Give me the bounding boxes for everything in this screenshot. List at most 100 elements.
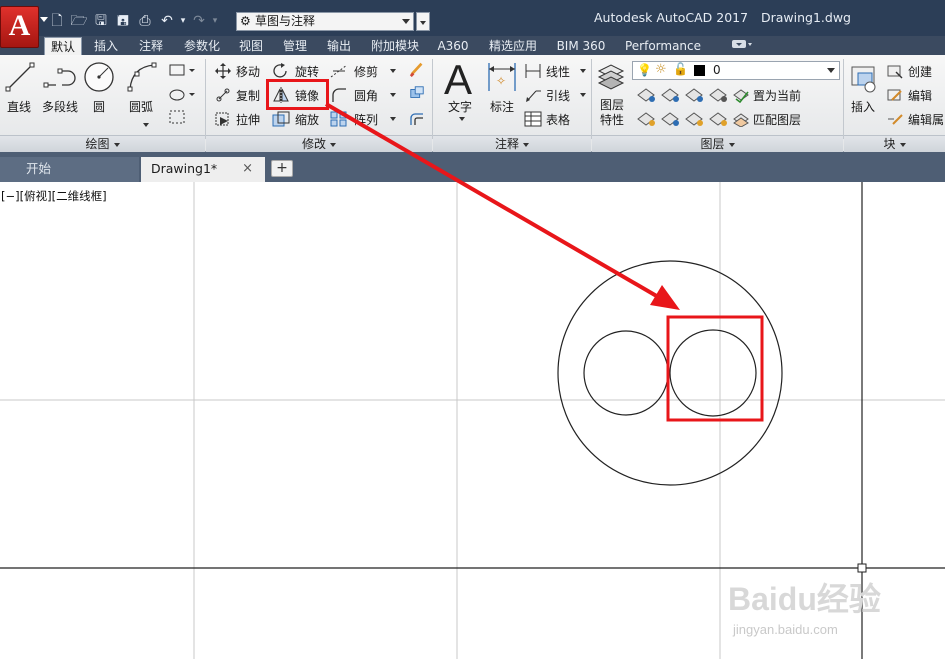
chevron-down-icon[interactable] [390,69,396,73]
layers-panel-title[interactable]: 图层 [592,135,843,152]
tab-parametric[interactable]: 参数化 [179,37,225,55]
modify-panel-title[interactable]: 修改 [206,135,432,152]
dropdown-icon[interactable]: ▾ [210,12,220,30]
chevron-down-icon[interactable] [390,117,396,121]
tab-bim360[interactable]: BIM 360 [551,37,611,55]
table-button[interactable]: 表格 [546,111,570,128]
current-layer-name: 0 [713,63,721,77]
draw-small-tools [169,64,195,124]
chevron-down-icon[interactable] [390,93,396,97]
workspace-select[interactable]: ⚙ 草图与注释 [236,12,414,31]
tab-manage[interactable]: 管理 [277,37,313,55]
edit-attributes-icon [888,114,903,125]
tab-view[interactable]: 视图 [233,37,269,55]
document-title: Drawing1.dwg [761,10,851,25]
match-layer-button[interactable]: 匹配图层 [753,111,801,128]
text-label: 文字 [447,100,472,114]
new-file-icon[interactable]: 🗋 [46,12,68,30]
offset-icon[interactable] [408,111,426,127]
viewport-controls[interactable]: [−][俯视][二维线框] [1,188,107,204]
redo-icon[interactable]: ↷ [188,12,210,30]
edit-block-button[interactable]: 编辑 [908,87,932,104]
tab-output[interactable]: 输出 [321,37,357,55]
rotate-button[interactable]: 旋转 [295,63,319,80]
erase-icon[interactable] [408,61,426,77]
leader-button[interactable]: 引线 [546,87,570,104]
circle-label: 圆 [92,100,105,114]
ribbon-minimize-icon[interactable] [728,37,756,55]
file-tab-start[interactable]: 开始 [0,157,139,182]
circle-icon[interactable] [82,59,116,95]
array-button[interactable]: 阵列 [354,111,378,128]
app-title: Autodesk AutoCAD 2017 [594,10,749,25]
tab-insert[interactable]: 插入 [88,37,124,55]
move-button[interactable]: 移动 [236,63,260,80]
create-block-button[interactable]: 创建 [908,63,932,80]
rotate-icon [273,63,287,78]
customize-toolbar-button[interactable] [416,12,430,31]
annotation-panel-title[interactable]: 注释 [433,135,591,152]
chevron-down-icon[interactable] [580,69,586,73]
dimension-icon[interactable]: ✧ [486,61,518,95]
ribbon-tab-bar: 默认 插入 注释 参数化 视图 管理 输出 附加模块 A360 精选应用 BIM… [0,36,945,55]
application-menu-button[interactable]: A [0,6,39,48]
dimension-label: 标注 [489,100,514,114]
edit-attributes-button[interactable]: 编辑属 [908,111,944,128]
lock-icon: 🔓 [673,62,688,76]
mirror-result-highlight-box [666,315,764,422]
chevron-down-icon[interactable] [580,93,586,97]
stretch-icon [215,112,229,126]
close-icon[interactable]: × [242,157,253,181]
gear-icon: ⚙ [240,14,251,28]
workspace-name: 草图与注释 [255,14,316,28]
layer-properties-label: 图层 特性 [599,98,624,127]
save-as-icon[interactable]: 🖪 [112,12,134,30]
layer-dropdown[interactable]: 💡 ☼ 🔓 0 [632,61,840,80]
watermark-url: jingyan.baidu.com [733,622,838,637]
tab-annotate[interactable]: 注释 [133,37,169,55]
copy-button[interactable]: 复制 [236,87,260,104]
chevron-down-icon[interactable] [459,117,465,121]
file-tab-bar: 开始 Drawing1* × [0,152,945,182]
tab-addins[interactable]: 附加模块 [366,37,424,55]
arc-icon[interactable] [124,59,158,95]
chevron-down-icon[interactable] [143,123,149,127]
explode-icon[interactable] [408,85,426,101]
undo-icon[interactable]: ↶ [156,12,178,30]
tab-default[interactable]: 默认 [44,37,82,55]
block-panel-title[interactable]: 块 [844,135,945,152]
linear-button[interactable]: 线性 [546,63,570,80]
scale-icon [272,111,290,127]
line-icon[interactable] [4,61,36,95]
dropdown-icon[interactable]: ▾ [178,12,188,30]
match-layer-icon [733,113,749,127]
title-bar: 🗋 🗁 🖫 🖪 ⎙ ↶ ▾ ↷ ▾ ⚙ 草图与注释 Autodesk AutoC… [0,0,945,36]
layer-tools-icons[interactable] [636,85,728,131]
edit-block-icon [887,89,902,101]
layer-properties-icon[interactable] [596,61,626,95]
arc-label: 圆弧 [128,100,153,114]
fillet-button[interactable]: 圆角 [354,87,378,104]
open-file-icon[interactable]: 🗁 [68,12,90,30]
file-tab-label: Drawing1* [151,161,218,176]
linear-dimension-icon [525,64,541,78]
save-icon[interactable]: 🖫 [90,12,112,30]
print-icon[interactable]: ⎙ [134,12,156,30]
insert-label: 插入 [850,100,875,114]
watermark-logo-text: Baidu经验 [728,581,881,617]
draw-panel-title[interactable]: 绘图 [0,135,205,152]
text-icon[interactable]: A [444,59,472,101]
tab-a360[interactable]: A360 [433,37,473,55]
leader-icon [526,90,541,102]
tab-featured-apps[interactable]: 精选应用 [483,37,543,55]
stretch-button[interactable]: 拉伸 [236,111,260,128]
set-current-button[interactable]: 置为当前 [753,87,801,104]
trim-button[interactable]: 修剪 [354,63,378,80]
polyline-icon[interactable] [42,61,78,95]
file-tab-drawing1[interactable]: Drawing1* × [141,157,265,182]
new-tab-button[interactable]: + [271,160,293,177]
tab-performance[interactable]: Performance [620,37,706,55]
sun-icon: ☼ [655,62,667,77]
scale-button[interactable]: 缩放 [295,111,319,128]
insert-block-icon[interactable] [848,61,880,95]
